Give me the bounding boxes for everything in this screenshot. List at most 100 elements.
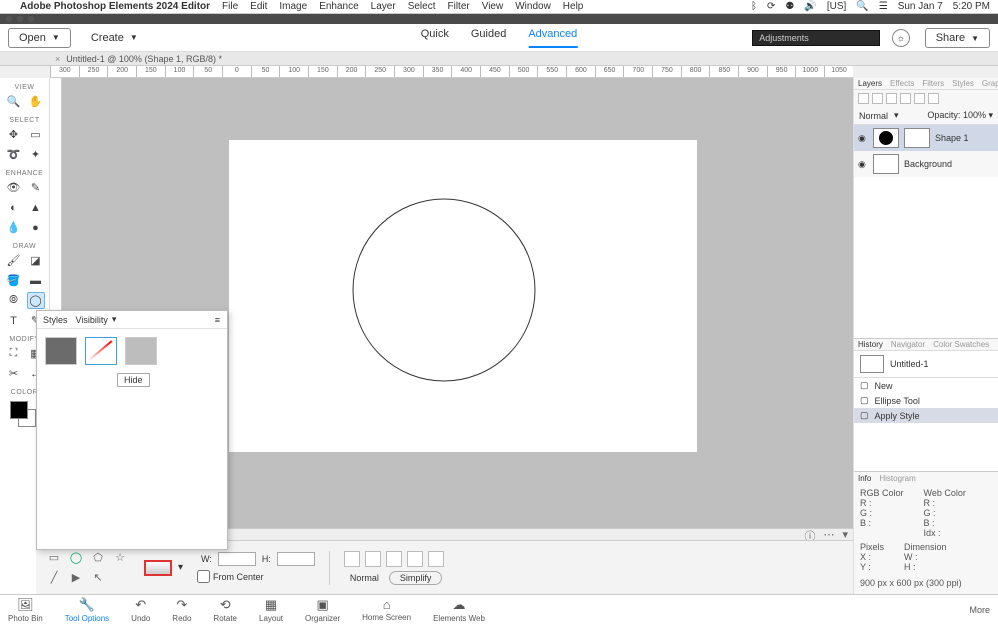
control-center-icon[interactable]: ☰ (879, 1, 888, 12)
opacity-value[interactable]: 100% (963, 110, 986, 120)
eraser-tool[interactable]: ◪ (27, 252, 45, 269)
content-move-tool[interactable]: ✂ (5, 365, 23, 382)
quick-select-tool[interactable]: ✦ (27, 146, 45, 163)
menu-select[interactable]: Select (408, 1, 436, 12)
clone-tool[interactable]: ▲ (27, 199, 45, 216)
menu-filter[interactable]: Filter (447, 1, 469, 12)
shape-tool[interactable]: ◯ (27, 292, 45, 309)
create-button[interactable]: Create▼ (81, 29, 148, 47)
document-tab[interactable]: ×Untitled-1 @ 100% (Shape 1, RGB/8) * (0, 52, 998, 66)
sponge-tool[interactable]: ● (27, 219, 45, 236)
mode-quick[interactable]: Quick (421, 28, 449, 48)
mode-guided[interactable]: Guided (471, 28, 506, 48)
hand-tool[interactable]: ✋ (27, 93, 45, 110)
app-name[interactable]: Adobe Photoshop Elements 2024 Editor (20, 1, 210, 12)
add-shape[interactable] (365, 551, 381, 567)
visibility-icon[interactable]: ◉ (858, 133, 868, 144)
more-button[interactable]: More (969, 605, 990, 615)
menu-layer[interactable]: Layer (371, 1, 396, 12)
fill-color-picker[interactable] (144, 560, 172, 576)
input-source[interactable]: [US] (827, 1, 846, 12)
shape-polygon[interactable]: ⬠ (90, 550, 106, 566)
menu-view[interactable]: View (482, 1, 504, 12)
panel-menu-icon[interactable]: ≡ (215, 315, 221, 325)
sync-icon[interactable]: ⟳ (767, 1, 775, 12)
intersect-shape[interactable] (407, 551, 423, 567)
mode-advanced[interactable]: Advanced (528, 28, 577, 48)
tab-styles[interactable]: Styles (952, 79, 974, 88)
menu-file[interactable]: File (222, 1, 238, 12)
shape-select[interactable]: ↖ (90, 570, 106, 586)
history-snapshot[interactable]: Untitled-1 (854, 351, 998, 378)
undo[interactable]: ↶Undo (131, 597, 150, 623)
tab-graphics[interactable]: Graphics (982, 79, 998, 88)
volume-icon[interactable]: 🔊 (804, 1, 816, 12)
marquee-tool[interactable]: ▭ (27, 126, 45, 143)
fill-tool[interactable]: 🪣 (5, 272, 23, 289)
menu-help[interactable]: Help (563, 1, 584, 12)
wifi-icon[interactable]: ⚉ (785, 1, 794, 12)
tab-histogram[interactable]: Histogram (879, 474, 915, 483)
time[interactable]: 5:20 PM (953, 1, 990, 12)
shape-line[interactable]: ╱ (46, 570, 62, 586)
elements-web[interactable]: ☁Elements Web (433, 597, 485, 623)
shape-star[interactable]: ☆ (112, 550, 128, 566)
history-step[interactable]: ▢New (854, 378, 998, 393)
shape-custom[interactable]: ▶ (68, 570, 84, 586)
brush-tool[interactable]: 🖌 (5, 252, 23, 269)
height-input[interactable] (277, 552, 315, 566)
layout[interactable]: ▦Layout (259, 597, 283, 623)
spot-heal-tool[interactable]: ◐ (5, 199, 23, 216)
menu-window[interactable]: Window (515, 1, 551, 12)
styles-category[interactable]: Visibility▾ (76, 314, 117, 325)
visibility-icon[interactable]: ◉ (858, 159, 868, 170)
tab-filters[interactable]: Filters (922, 79, 944, 88)
share-button[interactable]: Share▼ (925, 28, 990, 48)
menu-edit[interactable]: Edit (250, 1, 267, 12)
tab-swatches[interactable]: Color Swatches (933, 340, 989, 349)
blend-mode[interactable]: Normal (859, 111, 888, 121)
lock-icon[interactable] (914, 93, 925, 104)
style-show[interactable] (45, 337, 77, 365)
shape-blend[interactable]: Normal (350, 573, 379, 583)
adjustments-dropdown[interactable]: Adjustments (752, 30, 880, 46)
settings-icon[interactable]: ☼ (892, 29, 910, 47)
bluetooth-icon[interactable]: ᛒ (751, 1, 757, 12)
gradient-tool[interactable]: ▬ (27, 272, 45, 289)
tab-effects[interactable]: Effects (890, 79, 914, 88)
picker-tool[interactable]: ⦾ (5, 292, 23, 309)
new-group-icon[interactable] (872, 93, 883, 104)
rotate[interactable]: ⟲Rotate (213, 597, 237, 623)
web-mode[interactable]: Web Color (924, 488, 966, 498)
trash-icon[interactable] (928, 93, 939, 104)
date[interactable]: Sun Jan 7 (898, 1, 943, 12)
crop-tool[interactable]: ⛶ (5, 345, 23, 362)
type-tool[interactable]: T (5, 312, 23, 329)
history-step[interactable]: ▢Ellipse Tool (854, 393, 998, 408)
style-hide[interactable] (85, 337, 117, 365)
layer-shape1[interactable]: ◉ Shape 1 (854, 125, 998, 151)
organizer[interactable]: ▣Organizer (305, 597, 340, 623)
artboard[interactable] (229, 140, 697, 452)
shape-ellipse[interactable]: ◯ (68, 550, 84, 566)
blur-tool[interactable]: 💧 (5, 219, 23, 236)
color-swatches[interactable] (10, 401, 40, 431)
redo[interactable]: ↷Redo (172, 597, 191, 623)
mask-icon[interactable] (900, 93, 911, 104)
simplify-button[interactable]: Simplify (389, 571, 443, 585)
close-window[interactable] (6, 16, 12, 22)
tab-history[interactable]: History (858, 340, 883, 349)
rgb-mode[interactable]: RGB Color (860, 488, 904, 498)
lasso-tool[interactable]: ➰ (5, 146, 23, 163)
tab-info[interactable]: Info (858, 474, 871, 483)
width-input[interactable] (218, 552, 256, 566)
foreground-color[interactable] (10, 401, 28, 419)
new-layer-icon[interactable] (858, 93, 869, 104)
from-center-checkbox[interactable]: From Center (197, 570, 315, 583)
photo-bin[interactable]: 🖼Photo Bin (8, 597, 43, 623)
tab-layers[interactable]: Layers (858, 79, 882, 88)
move-tool[interactable]: ✥ (5, 126, 23, 143)
open-button[interactable]: Open▼ (8, 28, 71, 48)
history-step[interactable]: ▢Apply Style (854, 408, 998, 423)
style-ghost[interactable] (125, 337, 157, 365)
